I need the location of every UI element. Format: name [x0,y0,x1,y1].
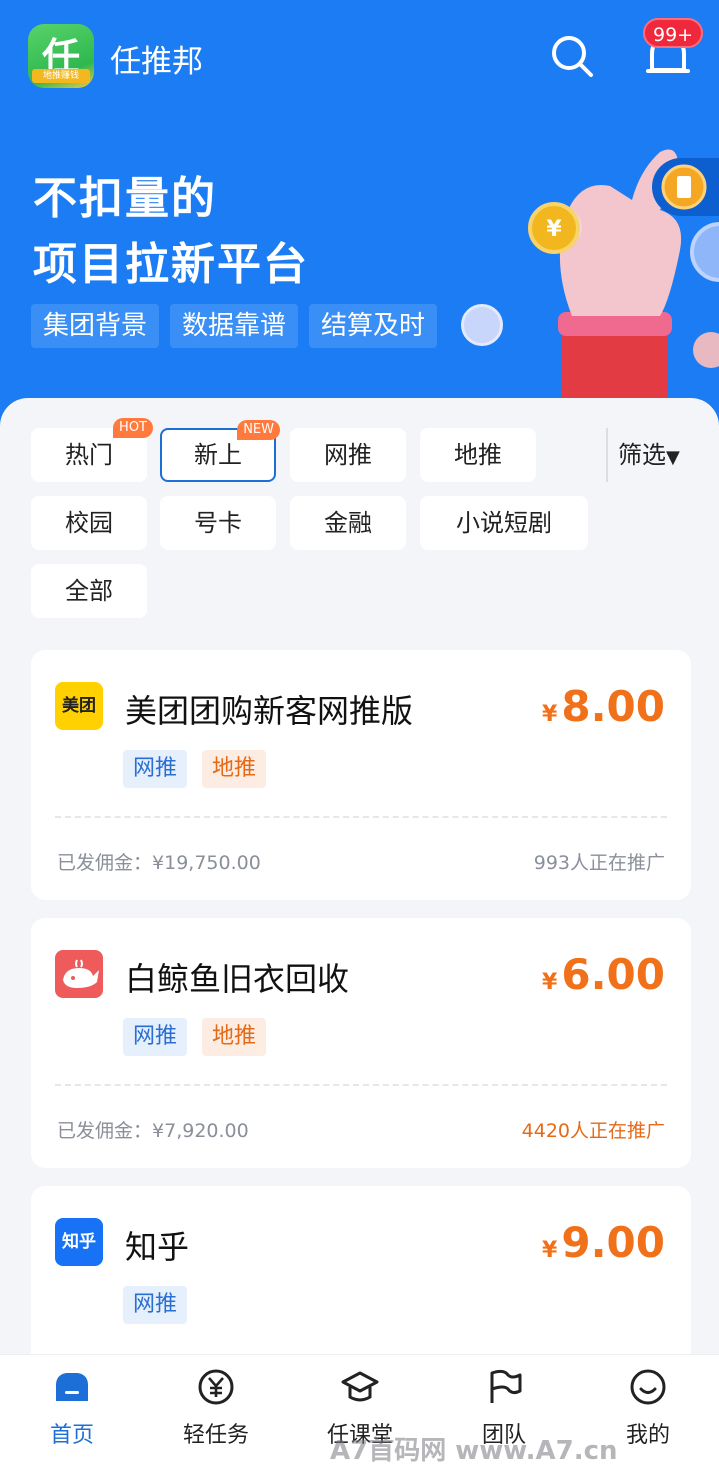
new-badge: NEW [237,420,280,440]
paid-label: 已发佣金： [57,852,153,874]
currency-symbol: ¥ [542,1238,558,1263]
feature-tag: 数据靠谱 [170,304,299,348]
task-card-baijingyu[interactable]: 白鲸鱼旧衣回收 ¥6.00 网推 地推 已发佣金：¥7,920.00 4420人… [31,918,691,1168]
watermark: A7首码网 www.A7.cn [330,1436,618,1466]
category-chip-all[interactable]: 全部 [31,564,147,618]
chip-label: 新上 [194,441,242,469]
tag-online: 网推 [123,1286,188,1324]
divider [55,816,667,818]
price-value: 8.00 [561,682,665,731]
promoter-count: 993人正在推广 [533,852,665,874]
whale-logo-icon [55,950,103,998]
meituan-logo-icon: 美团 [55,682,103,730]
task-title: 知乎 [125,1228,190,1266]
whale-icon [63,959,99,988]
tab-label: 首页 [49,1423,94,1448]
task-price: ¥6.00 [542,950,665,999]
svg-text:¥: ¥ [546,217,562,242]
tag-ground: 地推 [202,750,267,788]
flag-icon [490,1369,522,1403]
hot-badge: HOT [113,418,153,438]
task-card-meituan[interactable]: 美团 美团团购新客网推版 ¥8.00 网推 地推 已发佣金：¥19,750.00… [31,650,691,900]
search-icon [552,36,593,77]
yen-circle-icon [198,1369,234,1405]
paid-amount: ¥7,920.00 [152,1120,249,1142]
app-logo: 任 地推赚钱 [28,24,94,88]
home-icon [56,1373,88,1401]
tag-online: 网推 [123,1018,188,1056]
category-chip-campus[interactable]: 校园 [31,496,147,550]
zhihu-logo-icon: 知乎 [55,1218,103,1266]
paid-amount: ¥19,750.00 [152,852,261,874]
price-value: 6.00 [561,950,665,999]
divider [55,1084,667,1086]
notification-badge: 99+ [643,18,704,48]
header-banner: 任 地推赚钱 任推邦 99+ 不扣量的 项目拉新平台 集团背景 数据靠谱 结算及… [0,0,719,430]
top-bar: 任 地推赚钱 任推邦 99+ [0,0,719,115]
category-chip-finance[interactable]: 金融 [290,496,406,550]
tag-online: 网推 [123,750,188,788]
smile-icon [630,1369,666,1405]
side-reward-tab[interactable] [652,158,719,216]
paid-commission: 已发佣金：¥19,750.00 [57,848,261,875]
filter-label: 筛选 [618,441,666,469]
category-chip-new[interactable]: 新上 NEW [160,420,280,482]
medal-icon [661,164,707,210]
category-chip-hot[interactable]: 热门 HOT [31,418,153,482]
chip-label: 热门 [65,441,113,469]
paid-commission: 已发佣金：¥7,920.00 [57,1116,249,1143]
category-chip-ground[interactable]: 地推 [420,428,536,482]
task-price: ¥9.00 [542,1218,665,1267]
price-value: 9.00 [561,1218,665,1267]
slogan-line2: 项目拉新平台 [33,239,309,290]
task-price: ¥8.00 [542,682,665,731]
tag-ground: 地推 [202,1018,267,1056]
tab-home[interactable]: 首页 [12,1355,132,1479]
task-title: 白鲸鱼旧衣回收 [125,960,350,998]
category-chip-simcard[interactable]: 号卡 [160,496,276,550]
filter-button[interactable]: 筛选▼ [606,428,680,482]
paid-label: 已发佣金： [57,1120,153,1142]
currency-symbol: ¥ [542,970,558,995]
coin-icon [461,304,503,346]
graduation-cap-icon [341,1371,379,1402]
tab-label: 轻任务 [182,1423,249,1448]
tab-light-tasks[interactable]: 轻任务 [156,1355,276,1479]
app-title: 任推邦 [110,44,203,80]
triangle-down-icon: ▼ [666,447,680,468]
category-chip-novel-drama[interactable]: 小说短剧 [420,496,588,550]
feature-tag: 集团背景 [31,304,160,348]
category-chip-online[interactable]: 网推 [290,428,406,482]
feature-tag: 结算及时 [309,304,438,348]
task-title: 美团团购新客网推版 [125,692,414,730]
currency-symbol: ¥ [542,702,558,727]
logo-subtitle: 地推赚钱 [32,69,90,83]
slogan-line1: 不扣量的 [33,173,217,224]
search-button[interactable] [548,32,596,80]
promoter-count: 4420人正在推广 [521,1120,665,1142]
